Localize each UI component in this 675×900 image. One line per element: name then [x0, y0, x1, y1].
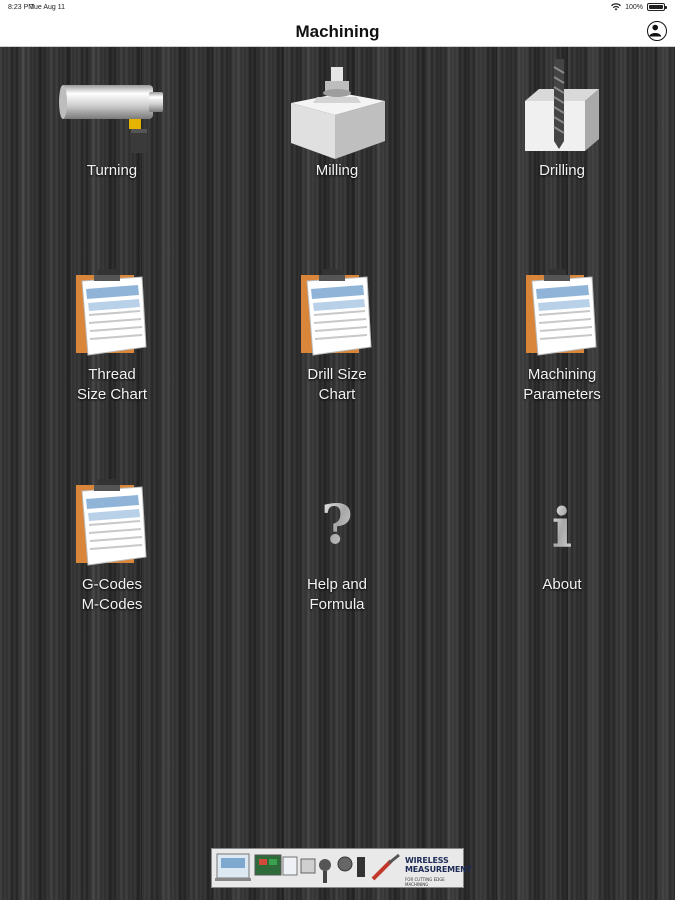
- svg-text:i: i: [552, 497, 573, 559]
- measurement-devices-icon: [215, 853, 400, 883]
- svg-text:?: ?: [321, 495, 353, 556]
- milling-block-icon: [291, 67, 385, 159]
- menu-grid: Turning Milling Drilling Thread Size Cha…: [0, 47, 675, 900]
- tile-label: About: [542, 576, 582, 593]
- tile-label: Drilling: [539, 162, 585, 179]
- app-screen: 8:23 PM Tue Aug 11 100% Machining Turnin…: [0, 0, 675, 900]
- tile-label: Thread Size Chart: [76, 366, 148, 403]
- clipboard-chart-icon: [526, 269, 597, 356]
- profile-button[interactable]: [647, 21, 667, 41]
- tile-help-and-formula[interactable]: ? Help and Formula: [237, 477, 437, 667]
- clipboard-chart-icon: [76, 479, 147, 566]
- battery-percent: 100%: [625, 3, 643, 11]
- banner-tagline: FOR CUTTING EDGE MACHINING: [405, 877, 445, 887]
- status-date: Tue Aug 11: [30, 4, 66, 11]
- tile-machining-parameters[interactable]: Machining Parameters: [462, 267, 662, 457]
- clipboard-chart-icon: [301, 269, 372, 356]
- clipboard-chart-icon: [76, 269, 147, 356]
- tile-label: Milling: [315, 162, 359, 179]
- tile-about[interactable]: i About: [462, 477, 662, 667]
- tile-label: Machining Parameters: [523, 366, 601, 403]
- wifi-icon: [611, 3, 622, 11]
- question-mark-icon: ?: [321, 495, 353, 556]
- tile-thread-size-chart[interactable]: Thread Size Chart: [12, 267, 212, 457]
- tile-label: G-Codes M-Codes: [81, 576, 143, 613]
- navigation-bar: Machining: [0, 18, 675, 47]
- tile-label: Help and Formula: [306, 576, 368, 613]
- tile-label: Turning: [86, 162, 138, 179]
- tile-turning[interactable]: Turning: [12, 67, 212, 257]
- tile-milling[interactable]: Milling: [237, 67, 437, 257]
- page-title: Machining: [295, 22, 380, 41]
- tile-drilling[interactable]: Drilling: [462, 59, 662, 257]
- tile-label: Drill Size Chart: [307, 366, 367, 403]
- person-circle-icon: [649, 24, 662, 37]
- banner-text: WIRELESS MEASUREMENT: [405, 856, 472, 874]
- tile-drill-size-chart[interactable]: Drill Size Chart: [237, 267, 437, 457]
- status-bar: 8:23 PM Tue Aug 11 100%: [0, 0, 675, 18]
- tile-g-codes-m-codes[interactable]: G-Codes M-Codes: [12, 477, 212, 667]
- ad-banner[interactable]: WIRELESS MEASUREMENT FOR CUTTING EDGE MA…: [211, 848, 472, 888]
- status-right: 100%: [611, 3, 667, 11]
- drill-block-icon: [525, 59, 599, 151]
- battery-icon: [647, 3, 667, 11]
- info-icon: i: [552, 497, 573, 559]
- lathe-turning-icon: [59, 85, 163, 153]
